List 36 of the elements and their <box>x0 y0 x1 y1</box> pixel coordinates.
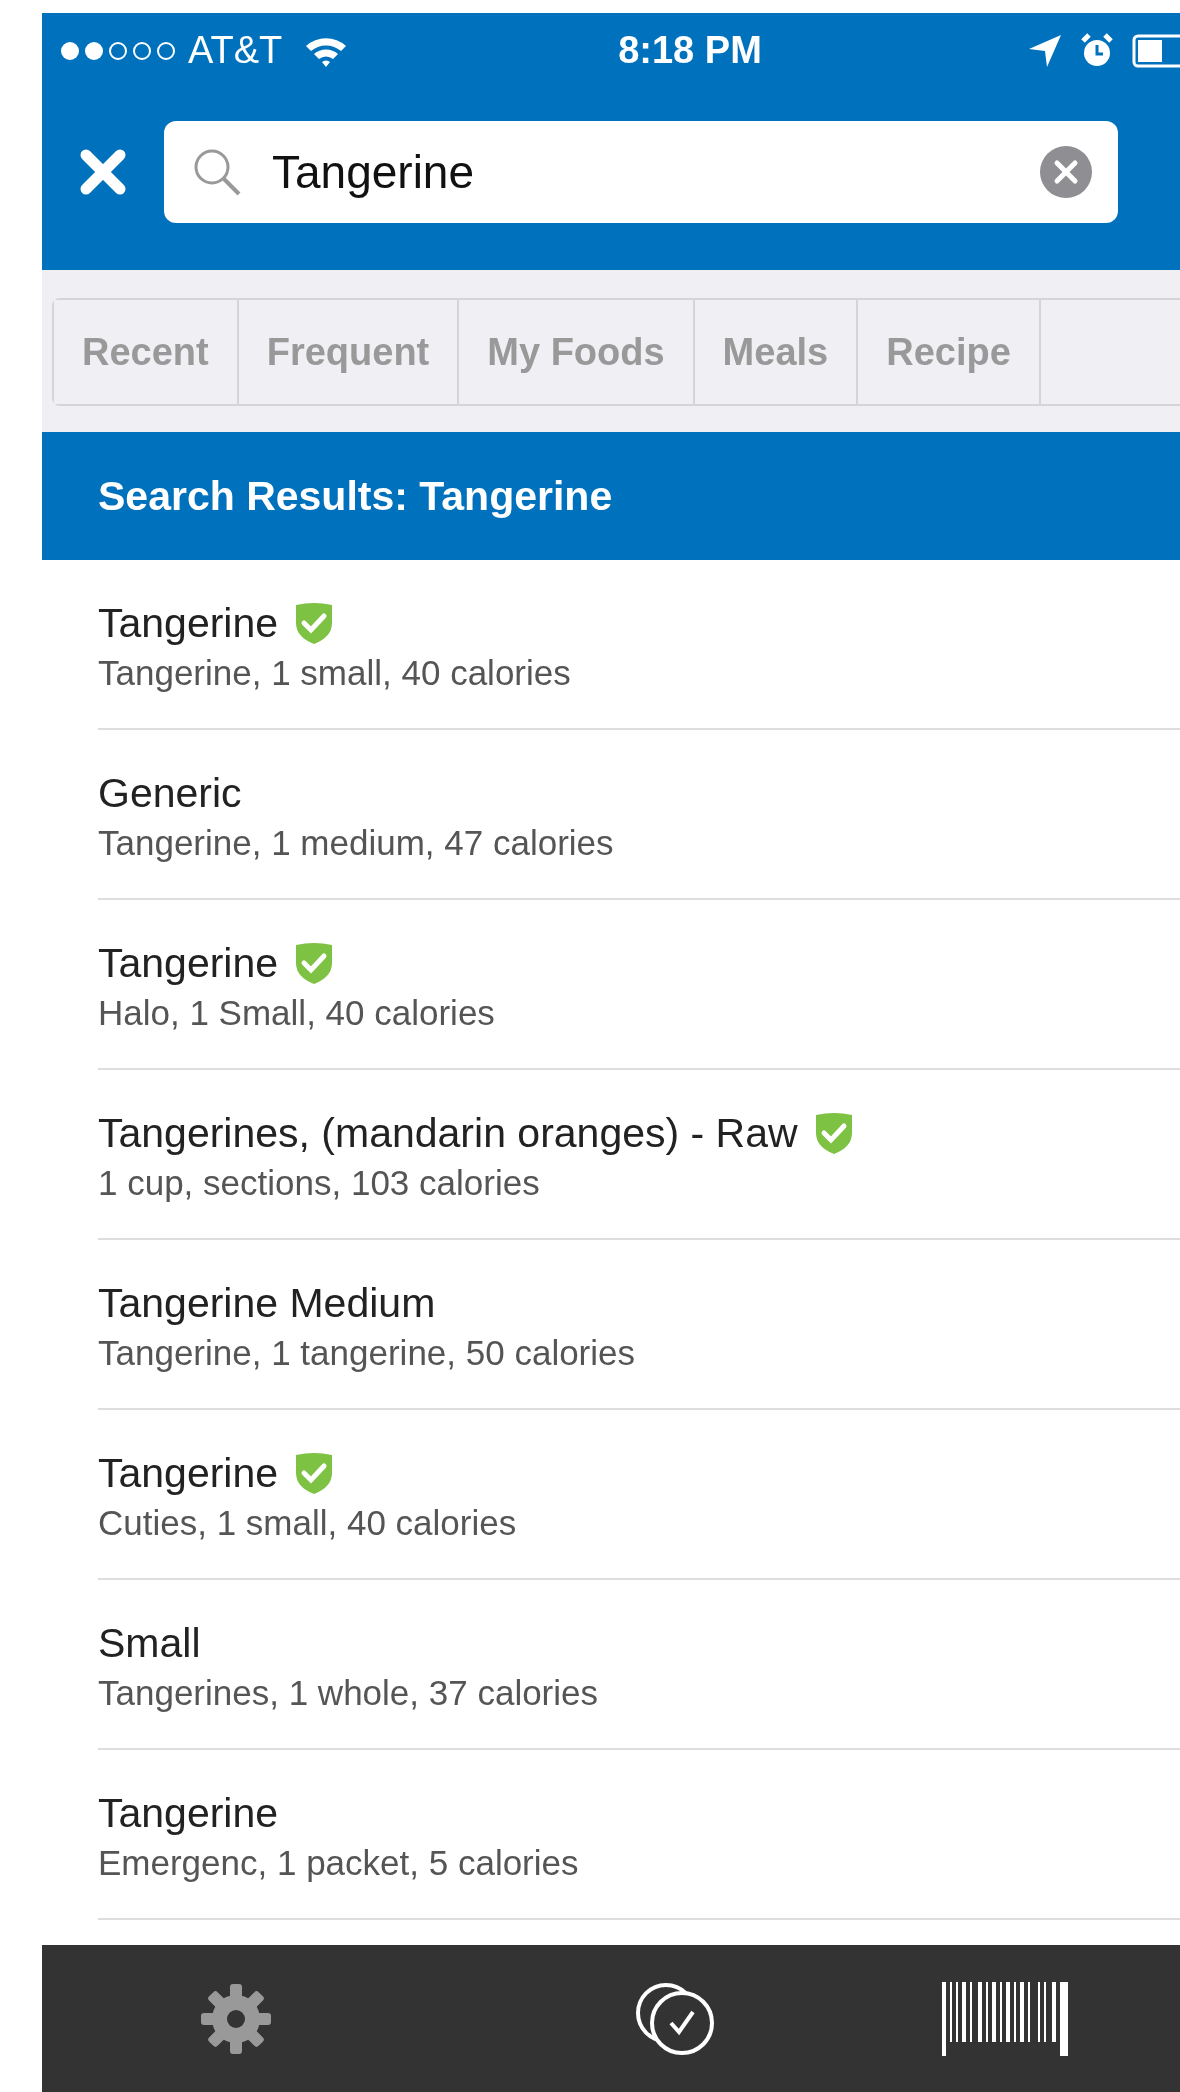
result-detail: Tangerine, 1 tangerine, 50 calories <box>98 1332 636 1373</box>
result-row[interactable]: Tangerine Cuties, 1 small, 40 calories <box>98 1410 1180 1580</box>
result-title: Tangerine <box>98 939 279 987</box>
result-title: Tangerine <box>98 1789 279 1837</box>
settings-icon[interactable] <box>199 1981 273 2056</box>
barcode-icon[interactable] <box>942 1981 1070 2056</box>
close-icon[interactable] <box>80 149 126 195</box>
result-title: Tangerines, (mandarin oranges) - Raw <box>98 1109 798 1157</box>
search-icon <box>192 147 242 197</box>
result-detail: Tangerine, 1 small, 40 calories <box>98 652 572 693</box>
location-arrow-icon <box>1028 33 1062 68</box>
result-detail: Emergenc, 1 packet, 5 calories <box>98 1842 580 1883</box>
result-row[interactable]: Tangerines, (mandarin oranges) - Raw 1 cup, sections, 103 calories <box>98 1070 1180 1240</box>
result-title: Tangerine Medium <box>98 1279 436 1327</box>
result-detail: Cuties, 1 small, 40 calories <box>98 1502 518 1543</box>
result-row[interactable]: Tangerine Emergenc, 1 packet, 5 calories <box>98 1750 1180 1920</box>
result-row[interactable]: Generic Tangerine, 1 medium, 47 calories <box>98 730 1180 900</box>
result-title: Tangerine <box>98 1449 279 1497</box>
result-detail: 1 cup, sections, 103 calories <box>98 1162 541 1203</box>
result-title: Tangerine <box>98 599 279 647</box>
clear-icon[interactable] <box>1040 146 1092 198</box>
battery-icon <box>1132 33 1180 68</box>
result-detail: Tangerines, 1 whole, 37 calories <box>98 1672 599 1713</box>
result-detail: Halo, 1 Small, 40 calories <box>98 992 496 1033</box>
carrier-name: AT&T <box>188 29 283 72</box>
results-header: Search Results: Tangerine <box>98 472 613 520</box>
result-row[interactable]: Tangerine Medium Tangerine, 1 tangerine, 50 calories <box>98 1240 1180 1410</box>
result-row[interactable]: Tangerine Halo, 1 Small, 40 calories <box>98 900 1180 1070</box>
result-row[interactable]: Small Tangerines, 1 whole, 37 calories <box>98 1580 1180 1750</box>
alarm-clock-icon <box>1080 32 1114 69</box>
result-title: Generic <box>98 769 242 817</box>
status-time: 8:18 PM <box>617 29 763 72</box>
result-title: Small <box>98 1619 201 1667</box>
result-row[interactable]: Tangerine Tangerine, 1 small, 40 calories <box>98 560 1180 730</box>
search-field[interactable]: Tangerine <box>164 121 1118 223</box>
result-detail: Tangerine, 1 medium, 47 calories <box>98 822 615 863</box>
